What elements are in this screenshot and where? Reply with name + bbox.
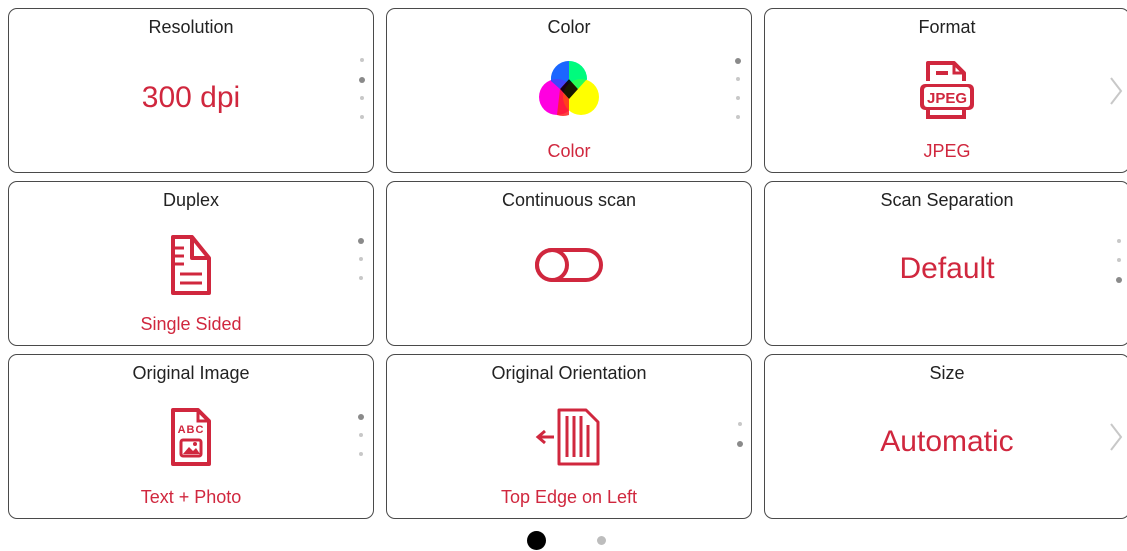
duplex-value: Single Sided bbox=[140, 314, 242, 334]
card-title: Duplex bbox=[162, 190, 220, 210]
option-dots bbox=[735, 58, 741, 134]
card-title: Resolution bbox=[148, 17, 234, 37]
abc-icon-text: ABC bbox=[178, 424, 205, 436]
original-image-card[interactable]: Original Image ABC Text + Photo bbox=[8, 354, 374, 519]
jpeg-file-icon: JPEG bbox=[920, 61, 974, 119]
card-title: Original Image bbox=[132, 363, 250, 383]
card-title: Scan Separation bbox=[880, 190, 1014, 210]
size-card[interactable]: Size Automatic bbox=[764, 354, 1127, 519]
page-dot-active[interactable] bbox=[527, 531, 546, 550]
resolution-card[interactable]: Resolution 300 dpi bbox=[8, 8, 374, 173]
color-value: Color bbox=[547, 141, 591, 161]
size-value: Automatic bbox=[880, 425, 1014, 458]
resolution-value: 300 dpi bbox=[141, 81, 241, 114]
continuous-scan-card[interactable]: Continuous scan bbox=[386, 181, 752, 346]
toggle-off-icon[interactable] bbox=[535, 248, 603, 282]
page-dot[interactable] bbox=[597, 536, 606, 545]
jpeg-icon-text: JPEG bbox=[927, 90, 967, 107]
option-dots bbox=[737, 422, 743, 460]
text-photo-doc-icon: ABC bbox=[171, 408, 211, 466]
original-image-value: Text + Photo bbox=[140, 487, 242, 507]
card-title: Format bbox=[918, 17, 976, 37]
option-dots bbox=[358, 238, 364, 295]
scan-separation-card[interactable]: Scan Separation Default bbox=[764, 181, 1127, 346]
card-title: Color bbox=[547, 17, 591, 37]
chevron-right-icon[interactable] bbox=[1109, 76, 1123, 106]
page-indicator bbox=[0, 530, 1127, 550]
card-title: Size bbox=[929, 363, 965, 383]
single-sided-page-icon bbox=[171, 235, 211, 295]
original-orientation-card[interactable]: Original Orientation Top Edge on Left bbox=[386, 354, 752, 519]
chevron-right-icon[interactable] bbox=[1109, 422, 1123, 452]
duplex-card[interactable]: Duplex Single Sided bbox=[8, 181, 374, 346]
card-title: Continuous scan bbox=[501, 190, 637, 210]
card-title: Original Orientation bbox=[491, 363, 647, 383]
color-wheel-icon bbox=[539, 60, 599, 117]
format-card[interactable]: Format JPEG JPEG bbox=[764, 8, 1127, 173]
separation-value: Default bbox=[899, 252, 995, 285]
color-card[interactable]: Color Color bbox=[386, 8, 752, 173]
orientation-value: Top Edge on Left bbox=[500, 487, 638, 507]
option-dots bbox=[358, 414, 364, 471]
option-dots bbox=[359, 58, 365, 134]
top-edge-left-icon bbox=[535, 408, 600, 466]
format-value: JPEG bbox=[923, 141, 971, 161]
option-dots bbox=[1116, 239, 1122, 296]
